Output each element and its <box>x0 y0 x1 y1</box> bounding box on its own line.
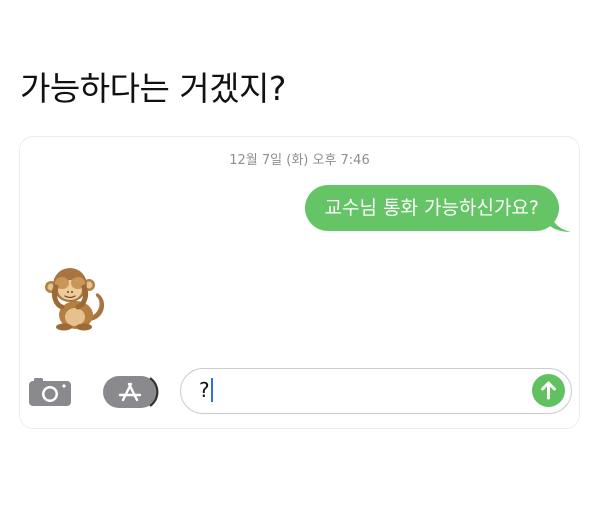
outgoing-message-bubble[interactable]: 교수님 통화 가능하신가요? <box>304 185 559 231</box>
camera-icon[interactable] <box>28 377 72 407</box>
send-button[interactable] <box>532 374 565 407</box>
message-input[interactable]: ? <box>180 368 572 414</box>
message-input-value: ? <box>199 378 210 402</box>
arrow-up-icon <box>541 381 556 400</box>
message-input-text: ? <box>199 369 213 412</box>
app-store-icon[interactable] <box>102 375 160 409</box>
text-caret <box>210 378 213 402</box>
see-no-evil-monkey-icon[interactable] <box>42 265 106 331</box>
post-caption: 가능하다는 거겠지? <box>20 69 286 108</box>
bubble-tail <box>549 215 571 232</box>
message-composer: ? <box>20 367 579 417</box>
messages-screenshot: 12월 7일 (화) 오후 7:46 교수님 통화 가능하신가요? ? <box>19 136 580 429</box>
message-timestamp: 12월 7일 (화) 오후 7:46 <box>229 153 370 168</box>
